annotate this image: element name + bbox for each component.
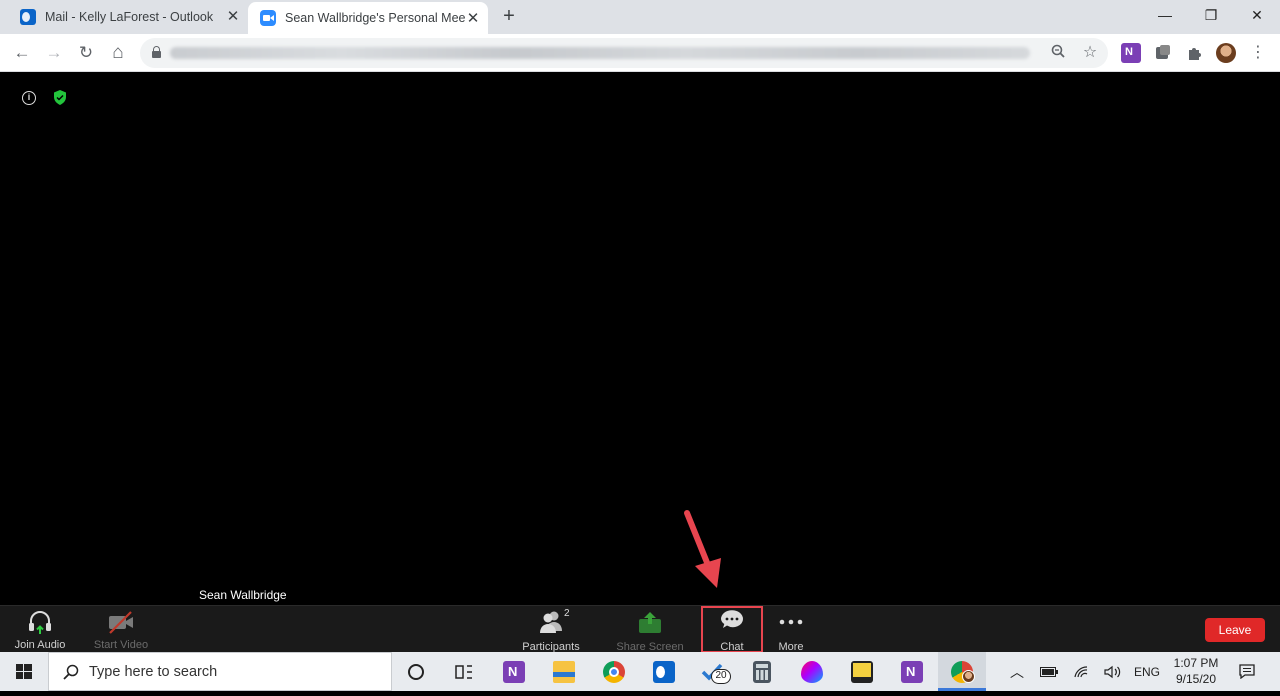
share-screen-icon [636,609,664,635]
search-icon [63,664,79,680]
leave-meeting-button[interactable]: Leave [1205,618,1265,642]
forward-button[interactable]: → [42,41,66,65]
tab-title: Mail - Kelly LaForest - Outlook [45,10,214,24]
start-button[interactable] [0,652,48,691]
taskbar-paint3d[interactable] [788,652,836,691]
input-language[interactable]: ENG [1130,652,1164,691]
puzzle-extensions-icon[interactable] [1185,43,1205,63]
chrome-profile-icon [951,660,975,683]
cortana-circle-icon [408,663,424,680]
taskbar-clock[interactable]: 1:07 PM 9/15/20 [1166,655,1226,687]
join-audio-label: Join Audio [14,639,66,651]
join-audio-button[interactable]: Join Audio [12,606,68,653]
volume-icon[interactable] [1100,652,1126,691]
active-speaker-name: Sean Wallbridge [199,588,287,602]
annotation-arrow [684,510,721,588]
action-center-icon[interactable] [1236,652,1258,691]
onenote-icon: N [901,660,923,683]
chat-highlight-box [701,606,763,653]
todo-badge: 20 [711,668,731,684]
clock-date: 9/15/20 [1175,672,1217,686]
meeting-video-area: i Sean Wallbridge [0,73,1280,605]
bookmark-star-icon[interactable]: ☆ [1080,43,1100,63]
more-button[interactable]: More [770,606,812,653]
taskbar-chrome-active[interactable] [938,652,986,691]
paint-drop-icon [801,660,823,683]
home-button[interactable]: ⌂ [106,41,130,65]
tab-title: Sean Wallbridge's Personal Meeti [285,11,465,25]
clock-time: 1:07 PM [1173,656,1219,670]
taskbar-outlook[interactable] [640,652,688,691]
participants-icon: 2 [537,608,570,635]
start-video-label: Start Video [93,639,149,651]
taskbar-todo[interactable]: 20 [688,652,736,691]
browser-tab-strip: Mail - Kelly LaForest - Outlook ✕ Sean W… [0,0,1280,34]
participants-button[interactable]: 2 Participants [518,606,584,653]
battery-icon[interactable] [1036,652,1062,691]
restore-button[interactable]: ❐ [1188,0,1234,30]
zoom-magnifier-icon[interactable] [1048,43,1068,63]
encryption-shield-icon[interactable] [53,90,67,105]
outlook-icon [20,9,36,25]
minimize-button[interactable]: — [1142,0,1188,30]
wifi-icon[interactable] [1068,652,1094,691]
task-view-icon [455,664,472,679]
close-window-button[interactable]: ✕ [1234,0,1280,30]
tray-overflow-chevron-icon[interactable]: ︿ [1006,652,1028,691]
meeting-info-icon[interactable]: i [22,91,36,105]
taskbar-calculator[interactable] [738,652,786,691]
share-screen-button[interactable]: Share Screen [614,606,686,653]
search-placeholder: Type here to search [89,664,218,680]
back-button[interactable]: ← [10,41,34,65]
taskbar-sticky-notes[interactable] [838,652,886,691]
headphones-icon [26,609,54,635]
calculator-icon [753,660,771,683]
meeting-control-bar: Join Audio Start Video 2 Participants Sh… [0,605,1280,653]
tab-zoom-meeting[interactable]: Sean Wallbridge's Personal Meeti ✕ [248,2,488,34]
taskbar-search-box[interactable]: Type here to search [48,652,392,691]
profile-avatar[interactable] [1216,43,1236,63]
sticky-note-icon [851,660,873,683]
close-tab-icon[interactable]: ✕ [224,8,242,26]
browser-toolbar: ← → ↻ ⌂ ☆ N ⋮ [0,34,1280,72]
todo-check-icon: 20 [701,661,731,684]
taskbar-onenote-2[interactable]: N [888,652,936,691]
taskbar-chrome[interactable] [590,652,638,691]
cortana-button[interactable] [392,652,440,691]
more-dots-icon [777,609,805,635]
zoom-icon [260,10,276,26]
taskbar-file-explorer[interactable] [540,652,588,691]
onenote-extension-icon[interactable]: N [1121,43,1141,63]
start-video-button[interactable]: Start Video [90,606,152,653]
participants-count: 2 [564,608,570,619]
video-off-icon [107,609,135,635]
extension-icon[interactable] [1153,43,1173,63]
windows-logo-icon [16,664,32,679]
new-tab-button[interactable]: + [498,6,520,28]
url-text-blurred [170,47,1030,59]
onenote-icon: N [503,660,525,683]
reload-button[interactable]: ↻ [74,41,98,65]
outlook-icon [653,660,675,683]
task-view-button[interactable] [440,652,488,691]
close-tab-icon[interactable]: ✕ [464,10,482,28]
tab-outlook-mail[interactable]: Mail - Kelly LaForest - Outlook ✕ [8,0,248,34]
address-bar[interactable]: ☆ [140,38,1108,68]
taskbar-onenote[interactable]: N [490,652,538,691]
browser-menu-icon[interactable]: ⋮ [1246,41,1270,65]
chrome-icon [603,660,625,683]
lock-icon [152,46,161,58]
windows-taskbar: Type here to search N 20 N ︿ ENG 1:07 PM… [0,652,1280,691]
folder-icon [553,660,575,683]
